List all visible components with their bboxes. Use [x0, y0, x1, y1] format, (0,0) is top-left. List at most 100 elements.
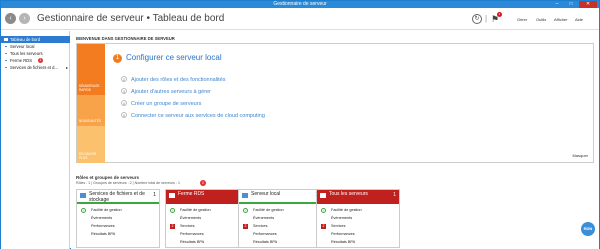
- card-title: Tous les serveurs: [329, 191, 368, 197]
- row-label: Performances: [253, 232, 277, 236]
- card-row-bpa[interactable]: Résultats BPA: [317, 239, 399, 246]
- groups-title: Rôles et groupes de serveurs: [76, 175, 140, 180]
- welcome-panel: DÉMARRAGE RAPIDE NOUVEAUTÉS EN SAVOIR PL…: [76, 43, 594, 163]
- back-arrow-icon[interactable]: ‹: [5, 13, 16, 24]
- card-row-manageability[interactable]: ↑ Facilité de gestion: [317, 207, 399, 214]
- group-card-all-servers[interactable]: Tous les serveurs 1 ↑ Facilité de gestion…: [316, 189, 400, 248]
- task-link[interactable]: Connecter ce serveur aux services de clo…: [131, 113, 265, 119]
- groups-badge: 2: [200, 180, 206, 186]
- file-storage-icon: [4, 66, 8, 69]
- rds-icon: [169, 193, 175, 198]
- server-manager-window: Gestionnaire de serveur – □ ✕ ‹ › Gestio…: [0, 0, 600, 249]
- card-row-performance[interactable]: Performances: [166, 231, 248, 238]
- card-row-manageability[interactable]: ↑ Facilité de gestion: [77, 207, 159, 214]
- row-label: Événements: [331, 216, 353, 220]
- sidebar-item-local-server[interactable]: Serveur local: [1, 43, 70, 50]
- card-count: 1: [393, 192, 396, 198]
- task-add-servers[interactable]: 3 Ajouter d'autres serveurs à gérer: [121, 88, 211, 95]
- card-row-events[interactable]: Événements: [317, 215, 399, 222]
- group-card-rds-farm[interactable]: Ferme RDS 1 ↑ Facilité de gestion Événeme…: [165, 189, 249, 248]
- card-row-bpa[interactable]: Résultats BPA: [166, 239, 248, 246]
- card-row-performance[interactable]: Performances: [239, 231, 321, 238]
- tile-label: EN SAVOIR PLUS: [79, 152, 97, 160]
- row-label: Événements: [91, 216, 113, 220]
- card-header[interactable]: Serveur local 1: [239, 190, 321, 204]
- tile-quick-start[interactable]: DÉMARRAGE RAPIDE: [77, 44, 105, 95]
- row-label: Résultats BPA: [253, 240, 278, 244]
- task-link[interactable]: Créer un groupe de serveurs: [131, 101, 201, 107]
- sidebar-item-all-servers[interactable]: Tous les serveurs: [1, 50, 70, 57]
- server-icon: [4, 45, 8, 48]
- page-title: Gestionnaire de serveur • Tableau de bor…: [37, 13, 225, 24]
- card-row-manageability[interactable]: ↑ Facilité de gestion: [166, 207, 248, 214]
- row-label: Facilité de gestion: [331, 208, 362, 212]
- menu-aide[interactable]: Aide: [575, 17, 583, 22]
- tile-learn-more[interactable]: EN SAVOIR PLUS: [77, 126, 105, 163]
- close-icon[interactable]: ✕: [579, 1, 597, 8]
- ok-status-icon: ↑: [321, 208, 326, 213]
- card-row-events[interactable]: Événements: [239, 215, 321, 222]
- sidebar-item-label: Tableau de bord: [10, 37, 41, 42]
- refresh-icon[interactable]: ↻: [472, 14, 482, 24]
- task-link[interactable]: Ajouter des rôles et des fonctionnalités: [131, 77, 225, 83]
- welcome-title: BIENVENUE DANS GESTIONNAIRE DE SERVEUR: [76, 36, 175, 41]
- card-title: Serveur local: [251, 191, 281, 197]
- row-label: Facilité de gestion: [91, 208, 122, 212]
- step-number: 4: [121, 100, 127, 106]
- sidebar-item-dashboard[interactable]: Tableau de bord: [1, 36, 70, 43]
- card-row-events[interactable]: Événements: [166, 215, 248, 222]
- card-row-events[interactable]: Événements: [77, 215, 159, 222]
- card-row-bpa[interactable]: Résultats BPA: [239, 239, 321, 246]
- menu-gerer[interactable]: Gérer: [517, 17, 527, 22]
- row-label: Performances: [331, 232, 355, 236]
- server-icon: [242, 193, 248, 198]
- row-label: Services: [331, 224, 346, 228]
- card-row-services[interactable]: 2 Services: [317, 223, 399, 230]
- row-label: Performances: [180, 232, 204, 236]
- card-row-services[interactable]: 2 Services: [239, 223, 321, 230]
- row-label: Résultats BPA: [331, 240, 356, 244]
- hide-welcome-link[interactable]: Masquer: [572, 153, 588, 158]
- card-row-services[interactable]: 2 Services: [166, 223, 248, 230]
- ok-status-icon: ↑: [170, 208, 175, 213]
- sidebar-item-file-services[interactable]: Services de fichiers et d... ▸: [1, 64, 70, 71]
- dashboard-main: BIENVENUE DANS GESTIONNAIRE DE SERVEUR D…: [71, 31, 599, 249]
- sidebar-item-label: Tous les serveurs: [10, 51, 43, 56]
- card-title: Ferme RDS: [178, 191, 205, 197]
- menu-outils[interactable]: Outils: [536, 17, 546, 22]
- group-card-file-services[interactable]: Services de fichiers et de stockage 1 ↑ F…: [76, 189, 160, 248]
- rds-icon: [4, 59, 8, 62]
- row-label: Résultats BPA: [180, 240, 205, 244]
- maximize-icon[interactable]: □: [565, 1, 577, 8]
- dashboard-icon: [4, 38, 8, 41]
- sidebar-item-rds-farm[interactable]: Ferme RDS 1: [1, 57, 70, 64]
- forward-arrow-icon[interactable]: ›: [19, 13, 30, 24]
- card-title: Services de fichiers et de stockage: [89, 191, 145, 203]
- sidebar-item-label: Serveur local: [10, 44, 35, 49]
- card-row-manageability[interactable]: ↑ Facilité de gestion: [239, 207, 321, 214]
- task-link[interactable]: Ajouter d'autres serveurs à gérer: [131, 89, 211, 95]
- ok-status-icon: ↑: [243, 208, 248, 213]
- task-create-group[interactable]: 4 Créer un groupe de serveurs: [121, 100, 201, 107]
- minimize-icon[interactable]: –: [551, 1, 563, 8]
- menu-afficher[interactable]: Afficher: [554, 17, 568, 22]
- row-label: Facilité de gestion: [180, 208, 211, 212]
- card-header[interactable]: Services de fichiers et de stockage 1: [77, 190, 159, 204]
- card-row-performance[interactable]: Performances: [317, 231, 399, 238]
- task-add-roles[interactable]: 2 Ajouter des rôles et des fonctionnalité…: [121, 76, 225, 83]
- ok-status-icon: ↑: [81, 208, 86, 213]
- sidebar-item-badge: 1: [38, 58, 43, 63]
- servers-icon: [4, 52, 8, 55]
- card-row-performance[interactable]: Performances: [77, 223, 159, 230]
- row-label: Facilité de gestion: [253, 208, 284, 212]
- card-header[interactable]: Tous les serveurs 1: [317, 190, 399, 204]
- tile-whats-new[interactable]: NOUVEAUTÉS: [77, 95, 105, 126]
- task-link[interactable]: Configurer ce serveur local: [126, 53, 222, 62]
- card-header[interactable]: Ferme RDS 1: [166, 190, 248, 204]
- group-card-local-server[interactable]: Serveur local 1 ↑ Facilité de gestion Évé…: [238, 189, 322, 248]
- row-label: Services: [180, 224, 195, 228]
- row-label: Performances: [91, 224, 115, 228]
- tile-label: NOUVEAUTÉS: [79, 119, 101, 123]
- card-row-bpa[interactable]: Résultats BPA: [77, 231, 159, 238]
- task-connect-cloud[interactable]: 5 Connecter ce serveur aux services de cl…: [121, 112, 265, 119]
